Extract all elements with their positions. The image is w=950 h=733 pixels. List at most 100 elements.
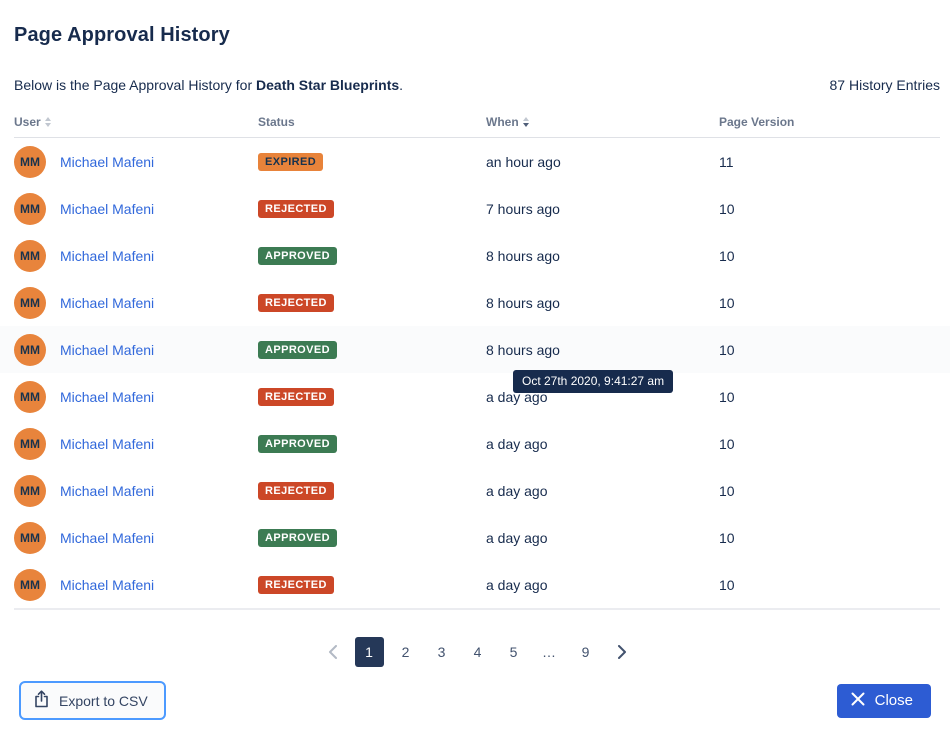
pagination: 12345 … 9 — [14, 637, 940, 667]
table-header: User Status When Page Version — [14, 115, 940, 138]
table-body: MM Michael Mafeni EXPIRED an hour ago 11… — [14, 138, 940, 610]
status-cell: REJECTED — [258, 387, 486, 406]
pagination-page-5[interactable]: 5 — [500, 637, 528, 667]
status-badge: REJECTED — [258, 576, 334, 594]
status-badge: APPROVED — [258, 435, 337, 453]
user-cell: MM Michael Mafeni — [14, 287, 258, 319]
status-badge: APPROVED — [258, 247, 337, 265]
pagination-page-2[interactable]: 2 — [392, 637, 420, 667]
user-cell: MM Michael Mafeni — [14, 240, 258, 272]
pagination-page-9[interactable]: 9 — [572, 637, 600, 667]
page-version-cell: 10 — [719, 201, 940, 217]
avatar[interactable]: MM — [14, 334, 46, 366]
close-button-label: Close — [875, 692, 913, 709]
export-to-csv-button[interactable]: Export to CSV — [19, 681, 166, 720]
when-cell: an hour ago — [486, 154, 719, 170]
pagination-pages: 12345 … 9 — [355, 637, 600, 667]
when-cell: a day ago — [486, 483, 719, 499]
status-badge: REJECTED — [258, 200, 334, 218]
avatar[interactable]: MM — [14, 193, 46, 225]
when-cell: 8 hours ago — [486, 342, 719, 358]
pagination-next-icon[interactable] — [608, 637, 636, 667]
user-link[interactable]: Michael Mafeni — [60, 295, 154, 311]
pagination-prev-icon[interactable] — [319, 637, 347, 667]
table-row: MM Michael Mafeni REJECTED 7 hours ago 1… — [0, 185, 950, 232]
status-cell: EXPIRED — [258, 152, 486, 171]
when-cell: 8 hours ago — [486, 295, 719, 311]
export-icon — [34, 690, 49, 711]
avatar[interactable]: MM — [14, 240, 46, 272]
user-link[interactable]: Michael Mafeni — [60, 154, 154, 170]
table-row: MM Michael Mafeni REJECTED a day ago 10 — [0, 373, 950, 420]
sort-icon — [45, 117, 51, 127]
user-cell: MM Michael Mafeni — [14, 569, 258, 601]
pagination-page-3[interactable]: 3 — [428, 637, 456, 667]
user-cell: MM Michael Mafeni — [14, 381, 258, 413]
user-cell: MM Michael Mafeni — [14, 475, 258, 507]
user-link[interactable]: Michael Mafeni — [60, 248, 154, 264]
user-cell: MM Michael Mafeni — [14, 522, 258, 554]
status-cell: REJECTED — [258, 293, 486, 312]
table-row: MM Michael Mafeni APPROVED 8 hours ago 1… — [0, 326, 950, 373]
subtitle-page-name: Death Star Blueprints — [256, 77, 399, 93]
avatar[interactable]: MM — [14, 428, 46, 460]
user-link[interactable]: Michael Mafeni — [60, 530, 154, 546]
user-link[interactable]: Michael Mafeni — [60, 342, 154, 358]
table-row: MM Michael Mafeni EXPIRED an hour ago 11 — [0, 138, 950, 185]
column-header-when[interactable]: When — [486, 115, 719, 129]
status-badge: EXPIRED — [258, 153, 323, 171]
subtitle: Below is the Page Approval History for D… — [14, 77, 403, 93]
avatar[interactable]: MM — [14, 146, 46, 178]
column-header-user[interactable]: User — [14, 115, 258, 129]
table-row: MM Michael Mafeni APPROVED a day ago 10 — [0, 514, 950, 561]
user-link[interactable]: Michael Mafeni — [60, 436, 154, 452]
page-version-cell: 10 — [719, 342, 940, 358]
timestamp-tooltip: Oct 27th 2020, 9:41:27 am — [513, 370, 673, 393]
status-cell: APPROVED — [258, 434, 486, 453]
subtitle-row: Below is the Page Approval History for D… — [14, 77, 940, 93]
table-row: MM Michael Mafeni REJECTED a day ago 10 — [0, 561, 950, 608]
status-badge: REJECTED — [258, 482, 334, 500]
user-link[interactable]: Michael Mafeni — [60, 577, 154, 593]
footer: Export to CSV Close — [0, 681, 950, 720]
table-row: MM Michael Mafeni REJECTED a day ago 10 — [0, 467, 950, 514]
when-cell: 8 hours ago — [486, 248, 719, 264]
status-cell: APPROVED — [258, 528, 486, 547]
page-version-cell: 10 — [719, 577, 940, 593]
status-cell: APPROVED — [258, 246, 486, 265]
user-cell: MM Michael Mafeni — [14, 146, 258, 178]
page-version-cell: 10 — [719, 483, 940, 499]
status-badge: REJECTED — [258, 388, 334, 406]
user-link[interactable]: Michael Mafeni — [60, 201, 154, 217]
when-cell: a day ago — [486, 530, 719, 546]
page-version-cell: 10 — [719, 389, 940, 405]
table-row: MM Michael Mafeni REJECTED 8 hours ago 1… — [0, 279, 950, 326]
page-version-cell: 10 — [719, 295, 940, 311]
pagination-page-4[interactable]: 4 — [464, 637, 492, 667]
page-approval-history-dialog: Page Approval History Below is the Page … — [0, 0, 950, 733]
user-link[interactable]: Michael Mafeni — [60, 389, 154, 405]
when-cell: 7 hours ago — [486, 201, 719, 217]
user-cell: MM Michael Mafeni — [14, 334, 258, 366]
user-cell: MM Michael Mafeni — [14, 193, 258, 225]
page-title: Page Approval History — [14, 24, 940, 47]
close-button[interactable]: Close — [837, 684, 931, 718]
status-badge: APPROVED — [258, 341, 337, 359]
export-button-label: Export to CSV — [59, 693, 148, 709]
subtitle-suffix: . — [399, 77, 403, 93]
avatar[interactable]: MM — [14, 287, 46, 319]
when-cell: a day ago — [486, 577, 719, 593]
avatar[interactable]: MM — [14, 569, 46, 601]
pagination-page-1[interactable]: 1 — [355, 637, 384, 667]
avatar[interactable]: MM — [14, 522, 46, 554]
user-link[interactable]: Michael Mafeni — [60, 483, 154, 499]
page-version-cell: 10 — [719, 530, 940, 546]
pagination-ellipsis: … — [536, 637, 564, 667]
close-icon — [851, 692, 865, 710]
column-header-page-version: Page Version — [719, 115, 940, 129]
page-version-cell: 10 — [719, 248, 940, 264]
avatar[interactable]: MM — [14, 381, 46, 413]
status-cell: APPROVED — [258, 340, 486, 359]
page-version-cell: 10 — [719, 436, 940, 452]
avatar[interactable]: MM — [14, 475, 46, 507]
